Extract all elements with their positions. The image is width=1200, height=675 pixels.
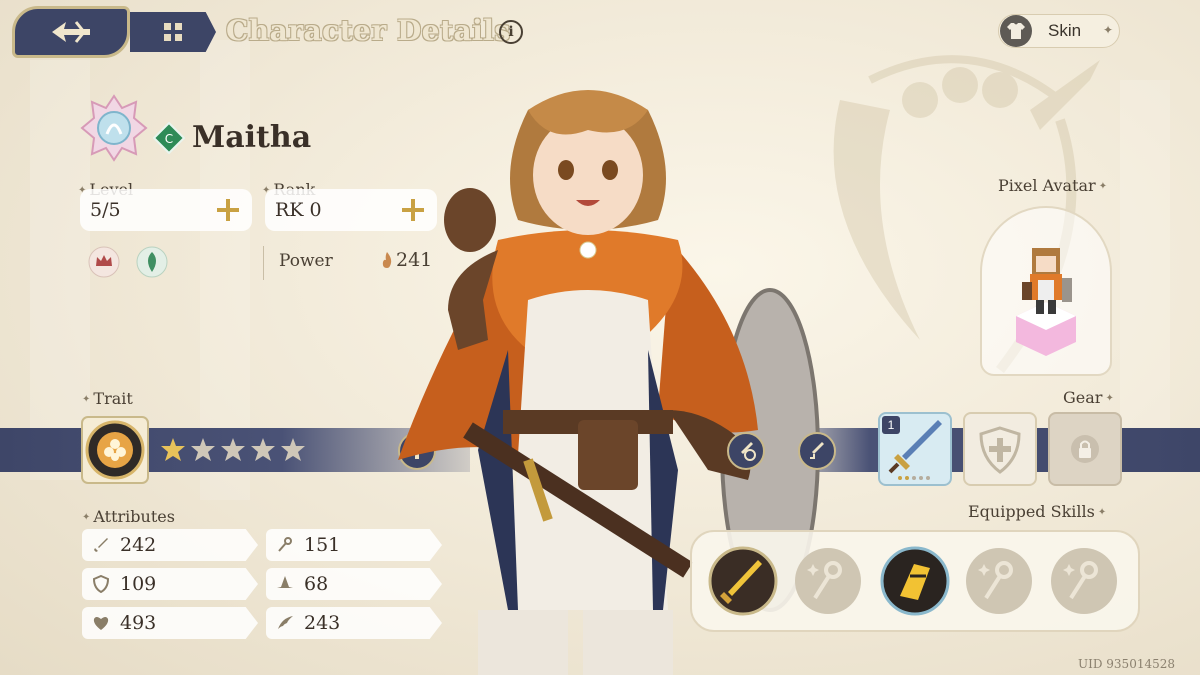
swap-skill-button[interactable] — [798, 432, 836, 470]
star-empty-icon — [221, 438, 245, 461]
weapon-slot[interactable]: 1 — [878, 412, 952, 486]
crown-badge-icon[interactable] — [88, 246, 120, 278]
divider — [263, 246, 264, 280]
wing-icon — [278, 616, 293, 629]
empty-skill-staff-icon[interactable] — [793, 546, 863, 616]
back-arrow-icon — [52, 21, 90, 43]
armor-slot[interactable] — [963, 412, 1037, 486]
sword-weapon-icon — [888, 420, 942, 480]
heart-icon — [93, 617, 109, 630]
attack-attribute: 242 — [82, 529, 258, 561]
level-up-plus-icon[interactable] — [214, 196, 242, 224]
skin-button[interactable]: Skin ✦ — [998, 14, 1120, 48]
star-empty-icon — [191, 438, 215, 461]
lock-icon — [1071, 435, 1099, 463]
star-filled-icon — [161, 438, 185, 461]
info-icon[interactable]: i — [499, 20, 523, 44]
pixel-avatar-sprite — [1016, 248, 1076, 356]
shield-icon — [92, 575, 110, 593]
sword-remove-icon — [741, 442, 756, 461]
back-button[interactable] — [12, 6, 130, 58]
user-id: UID 935014528 — [1078, 657, 1176, 671]
leaf-badge-icon[interactable] — [136, 246, 168, 278]
grid-menu-icon — [164, 23, 182, 41]
trait-label: ✦ Trait — [82, 389, 133, 408]
character-name: Maitha — [192, 120, 312, 155]
trait-icon[interactable] — [80, 415, 150, 485]
hat-icon — [277, 576, 293, 588]
star-empty-icon — [251, 438, 275, 461]
sword-swap-icon — [810, 442, 824, 459]
gear-label: Gear ✦ — [1063, 388, 1114, 407]
power-label: Power — [279, 251, 333, 271]
level-box: 5/5 — [80, 189, 252, 231]
equipped-skills-label: Equipped Skills ✦ — [968, 502, 1107, 521]
staff-icon — [278, 537, 292, 552]
level-value: 5/5 — [90, 199, 121, 221]
rank-value: RK 0 — [275, 199, 322, 221]
empty-skill-staff-icon-2[interactable] — [964, 546, 1034, 616]
attributes-label: ✦ Attributes — [82, 507, 175, 526]
shield-outline-icon — [979, 426, 1021, 474]
sword-icon — [94, 538, 108, 552]
defense-attribute: 109 — [82, 568, 258, 600]
skill-slash-icon[interactable] — [708, 546, 778, 616]
trait-star-rating — [160, 437, 306, 463]
outfit-icon — [1000, 15, 1032, 47]
pixel-avatar-card[interactable] — [980, 206, 1112, 376]
svg-text:C: C — [165, 132, 173, 146]
star-empty-icon — [281, 438, 305, 461]
hp-attribute: 493 — [82, 607, 258, 639]
page-title: Character Details — [226, 14, 511, 47]
element-emblem-icon — [80, 94, 148, 162]
skin-label: Skin — [1048, 21, 1082, 40]
unequip-skill-button[interactable] — [727, 432, 765, 470]
locked-accessory-slot[interactable] — [1048, 412, 1122, 486]
skill-shield-bash-icon[interactable] — [880, 546, 950, 616]
empty-skill-staff-icon-3[interactable] — [1049, 546, 1119, 616]
menu-button[interactable] — [130, 12, 216, 52]
pixel-avatar-label: Pixel Avatar ✦ — [998, 176, 1108, 195]
sparkle-icon: ✦ — [1102, 23, 1113, 37]
class-icon: C — [153, 122, 185, 154]
